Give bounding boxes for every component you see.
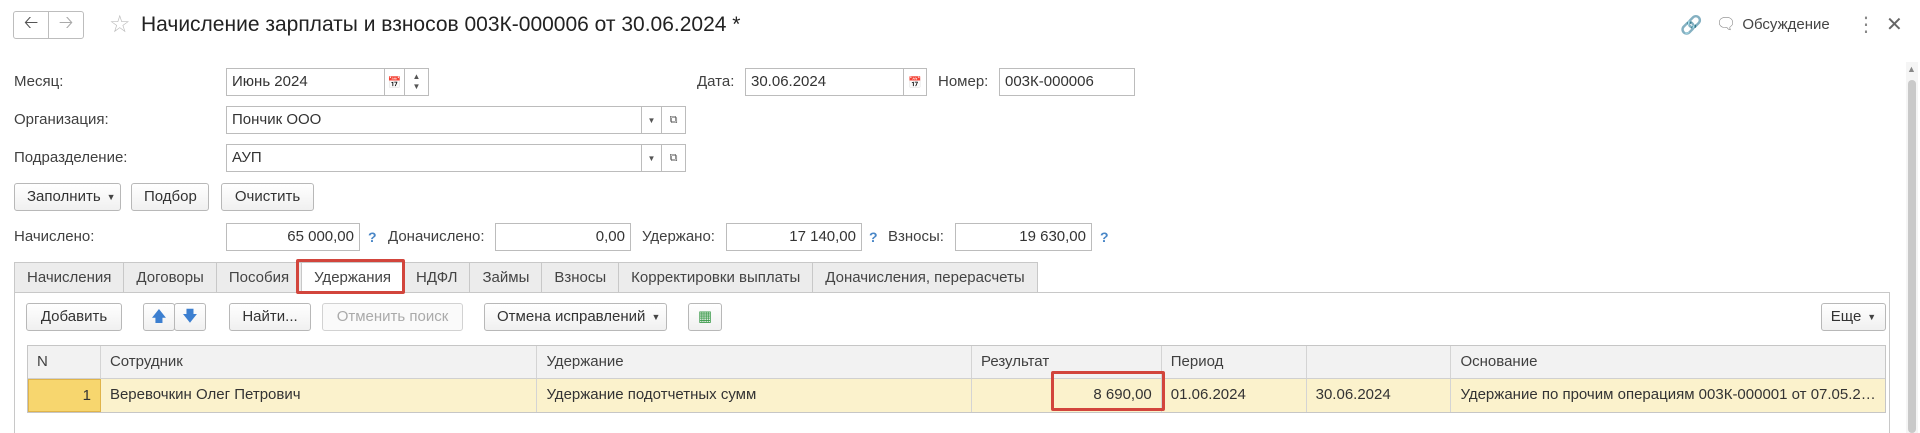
organization-label: Организация: [14,111,109,128]
contributions-label: Взносы: [888,228,944,245]
tab-highlight-box [296,259,405,294]
chevron-down-icon: ▼ [412,82,421,91]
cell-n[interactable]: 1 [28,379,101,412]
deductions-table: N Сотрудник Удержание Результат Период О… [27,345,1886,413]
vertical-scrollbar[interactable]: ▲ [1906,62,1918,433]
chat-icon: 🗨 [1716,16,1737,33]
organization-dropdown[interactable]: ▼ [641,106,662,134]
more-vertical-icon[interactable]: ⋮ [1856,12,1876,38]
column-header-employee[interactable]: Сотрудник [101,346,538,378]
column-header-deduction[interactable]: Удержание [537,346,972,378]
find-button[interactable]: Найти... [229,303,311,331]
tab-payment-corrections[interactable]: Корректировки выплаты [618,262,813,293]
calendar-icon: 📅 [387,76,402,89]
month-label: Месяц: [14,73,64,90]
cancel-search-button[interactable]: Отменить поиск [322,303,463,331]
arrow-up-icon: 🡅 [151,308,167,325]
withheld-label: Удержано: [642,228,715,245]
tab-contributions[interactable]: Взносы [541,262,619,293]
number-field[interactable]: 003К-000006 [999,68,1135,96]
chevron-down-icon: ▼ [651,312,661,323]
move-up-button[interactable]: 🡅 [143,303,175,331]
spreadsheet-button[interactable]: ▦ [688,303,722,331]
date-field[interactable]: 30.06.2024 [745,68,904,96]
help-icon[interactable]: ? [1100,224,1109,250]
fill-button-label: Заполнить [27,188,101,205]
column-header-n[interactable]: N [28,346,101,378]
more-button[interactable]: Еще ▼ [1821,303,1886,331]
scroll-up-icon[interactable]: ▲ [1907,64,1916,74]
result-highlight-box [1051,371,1165,411]
arrow-right-icon: 🡢 [58,12,74,32]
cancel-fixes-label: Отмена исправлений [497,308,646,325]
page-title: Начисление зарплаты и взносов 003К-00000… [141,13,741,36]
select-button[interactable]: Подбор [131,183,209,211]
chevron-down-icon: ▼ [1867,312,1877,323]
link-icon[interactable]: 🔗 [1680,12,1702,38]
calendar-icon: 📅 [908,76,922,89]
month-stepper[interactable]: ▲ ▼ [404,68,429,96]
column-header-basis[interactable]: Основание [1451,346,1885,378]
cell-deduction[interactable]: Удержание подотчетных сумм [537,379,972,412]
close-icon[interactable]: ✕ [1886,12,1903,38]
month-field[interactable]: Июнь 2024 [226,68,385,96]
tab-ndfl[interactable]: НДФЛ [403,262,470,293]
help-icon[interactable]: ? [368,224,377,250]
fill-button[interactable]: Заполнить ▼ [14,183,121,211]
organization-open-button[interactable]: ⧉ [661,106,686,134]
accrued-label: Начислено: [14,228,95,245]
add-button[interactable]: Добавить [26,303,122,331]
tab-bar: Начисления Договоры Пособия Удержания НД… [14,262,1038,293]
organization-field[interactable]: Пончик ООО [226,106,642,134]
tab-recalculations[interactable]: Доначисления, перерасчеты [812,262,1038,293]
withheld-value: 17 140,00 [726,223,862,251]
additional-label: Доначислено: [388,228,485,245]
cell-period-end[interactable]: 30.06.2024 [1307,379,1452,412]
arrow-down-icon: 🡇 [182,308,198,325]
additional-value: 0,00 [495,223,631,251]
help-icon[interactable]: ? [869,224,878,250]
number-label: Номер: [938,73,989,90]
arrow-left-icon: 🡠 [23,12,39,32]
open-window-icon: ⧉ [669,151,678,164]
cell-employee[interactable]: Веревочкин Олег Петрович [101,379,538,412]
discussion-button[interactable]: 🗨 Обсуждение [1716,12,1830,38]
discussion-label: Обсуждение [1742,16,1830,33]
department-label: Подразделение: [14,149,128,166]
table-header: N Сотрудник Удержание Результат Период О… [28,346,1885,379]
chevron-down-icon: ▼ [647,115,656,125]
cancel-fixes-button[interactable]: Отмена исправлений ▼ [484,303,667,331]
department-dropdown[interactable]: ▼ [641,144,662,172]
cell-basis[interactable]: Удержание по прочим операциям 003К-00000… [1451,379,1885,412]
department-open-button[interactable]: ⧉ [661,144,686,172]
tab-loans[interactable]: Займы [469,262,542,293]
back-button[interactable]: 🡠 [13,11,49,39]
chevron-up-icon: ▲ [412,72,421,81]
table-row[interactable]: 1 Веревочкин Олег Петрович Удержание под… [28,379,1885,412]
tab-accruals[interactable]: Начисления [14,262,124,293]
favorite-star-icon[interactable]: ☆ [109,11,131,39]
cell-period-start[interactable]: 01.06.2024 [1162,379,1307,412]
tab-contracts[interactable]: Договоры [123,262,216,293]
tab-benefits[interactable]: Пособия [215,262,302,293]
calendar-button[interactable]: 📅 [384,68,405,96]
column-header-period[interactable]: Период [1162,346,1307,378]
open-window-icon: ⧉ [669,113,678,126]
date-label: Дата: [697,73,735,90]
department-field[interactable]: АУП [226,144,642,172]
forward-button[interactable]: 🡢 [48,11,84,39]
chevron-down-icon: ▼ [106,192,116,203]
date-calendar-button[interactable]: 📅 [903,68,927,96]
clear-button[interactable]: Очистить [221,183,314,211]
column-header-period-end[interactable] [1307,346,1452,378]
move-down-button[interactable]: 🡇 [174,303,206,331]
contributions-value: 19 630,00 [955,223,1092,251]
chevron-down-icon: ▼ [647,153,656,163]
spreadsheet-icon: ▦ [697,308,713,325]
accrued-value: 65 000,00 [226,223,360,251]
scrollbar-thumb[interactable] [1908,80,1916,433]
more-label: Еще [1830,308,1862,325]
